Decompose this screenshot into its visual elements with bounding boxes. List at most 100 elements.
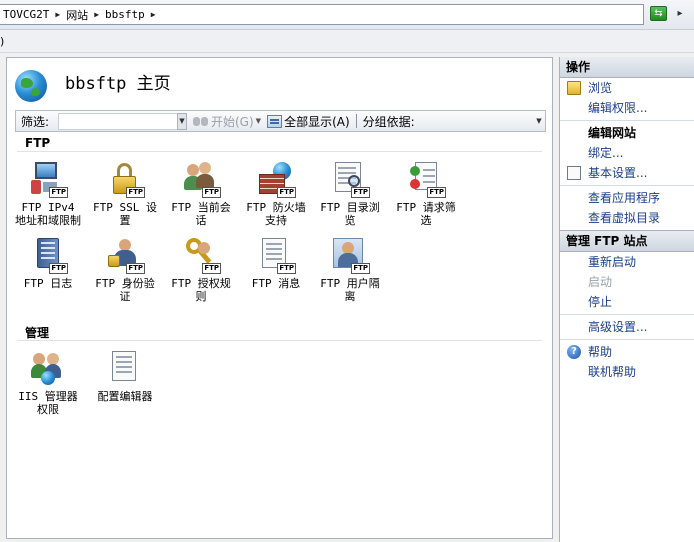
breadcrumb[interactable]: TOVCG2T ▶ 网站 ▶ bbsftp ▶ [0,4,644,25]
show-all-button[interactable]: 全部显示(A) [267,113,350,130]
feature-label: FTP 用户隔离 [320,277,380,303]
action-label: 重新启动 [588,255,637,269]
action-label: 绑定... [588,146,624,160]
action-label: 查看虚拟目录 [588,211,661,225]
page-header: bbsftp 主页 [7,58,552,110]
action-label: 编辑网站 [588,126,637,140]
action-view-virtual-directories[interactable]: 查看虚拟目录 [560,208,694,228]
action-edit-site: 编辑网站 [560,123,694,143]
dropdown-arrow-icon[interactable]: ▼ [256,117,261,125]
menu-bar: ) [0,31,694,53]
feature-label: FTP 身份验证 [95,277,155,303]
help-icon: ? [567,345,581,359]
feature-ftp-request-filtering[interactable]: FTP FTP 请求筛选 [391,162,461,227]
feature-ftp-firewall[interactable]: FTP FTP 防火墙支持 [241,162,311,227]
divider [17,151,542,152]
divider [560,120,694,121]
binoculars-icon [193,115,209,127]
action-bindings[interactable]: 绑定... [560,143,694,163]
action-label: 联机帮助 [588,365,637,379]
toolbar-overflow-icon[interactable]: ▼ [534,114,544,129]
feature-ftp-ssl[interactable]: FTP FTP SSL 设置 [90,162,160,227]
address-bar: TOVCG2T ▶ 网站 ▶ bbsftp ▶ ⇆ ▸ [0,0,694,30]
start-filter-button[interactable]: 开始(G) ▼ [193,113,261,130]
feature-ftp-authentication[interactable]: FTP FTP 身份验证 [90,238,160,303]
authentication-icon: FTP [108,238,145,274]
actions-pane: 操作 浏览 编辑权限... 编辑网站 绑定... 基本设置... 查看应用程序 … [559,57,694,542]
feature-label: IIS 管理器权限 [18,390,78,416]
feature-ftp-directory-browsing[interactable]: FTP FTP 目录浏览 [315,162,385,227]
lock-icon: FTP [108,162,145,198]
feature-ftp-ipv4[interactable]: FTP FTP IPv4 地址和域限制 [13,162,83,227]
show-all-label: 全部显示(A) [284,114,350,129]
globe-icon [15,70,47,102]
feature-ftp-logging[interactable]: FTP FTP 日志 [13,238,83,290]
action-label: 查看应用程序 [588,191,661,205]
show-all-icon [267,114,283,128]
filter-toolbar: 筛选: ▼ 开始(G) ▼ 全部显示(A) 分组依据: ▼ [15,110,546,132]
feature-ftp-messages[interactable]: FTP FTP 消息 [241,238,311,290]
action-label: 启动 [588,275,613,289]
feature-ftp-sessions[interactable]: FTP FTP 当前会话 [166,162,236,227]
refresh-icon[interactable]: ⇆ [650,6,667,21]
chevron-right-icon[interactable]: ▶ [151,10,156,19]
feature-ftp-authorization[interactable]: FTP FTP 授权规则 [166,238,236,303]
action-label: 浏览 [588,81,613,95]
action-help[interactable]: ? 帮助 [560,342,694,362]
folder-icon [567,81,581,95]
breadcrumb-sites[interactable]: 网站 [66,7,88,23]
feature-label: FTP 当前会话 [171,201,231,227]
action-basic-settings[interactable]: 基本设置... [560,163,694,183]
action-label: 编辑权限... [588,101,648,115]
nav-menu-icon[interactable]: ▸ [672,6,688,21]
filter-input[interactable] [58,112,178,130]
action-label: 帮助 [588,345,613,359]
action-edit-permissions[interactable]: 编辑权限... [560,98,694,118]
feature-label: FTP 日志 [23,277,73,290]
group-by-label: 分组依据: [362,114,415,129]
messages-icon: FTP [259,238,296,274]
manage-ftp-site-header: 管理 FTP 站点 [560,230,694,252]
feature-iis-manager-permissions[interactable]: IIS 管理器权限 [13,351,83,416]
menu-item[interactable]: ) [0,35,4,48]
action-browse[interactable]: 浏览 [560,78,694,98]
action-label: 高级设置... [588,320,648,334]
action-start[interactable]: 启动 [560,272,694,292]
action-advanced-settings[interactable]: 高级设置... [560,317,694,337]
action-restart[interactable]: 重新启动 [560,252,694,272]
group-by-dropdown[interactable]: 分组依据: [363,113,415,130]
action-online-help[interactable]: 联机帮助 [560,362,694,382]
group-header-ftp: FTP [25,136,51,150]
action-label: 停止 [588,295,613,309]
authorization-key-icon: FTP [184,238,221,274]
directory-browsing-icon: FTP [333,162,370,198]
toolbar-divider [355,114,357,128]
feature-label: FTP 请求筛选 [396,201,456,227]
feature-label: 配置编辑器 [97,390,153,403]
manager-permissions-icon [31,351,65,385]
filter-label: 筛选: [21,114,50,129]
action-stop[interactable]: 停止 [560,292,694,312]
settings-icon [567,166,581,180]
start-filter-label: 开始(G) [211,114,254,129]
user-isolation-icon: FTP [333,238,370,274]
breadcrumb-site[interactable]: bbsftp [105,8,145,21]
divider [560,314,694,315]
filter-dropdown-icon[interactable]: ▼ [177,112,187,130]
divider [560,339,694,340]
feature-label: FTP 目录浏览 [320,201,380,227]
ip-restrictions-icon: FTP [31,162,68,198]
chevron-right-icon[interactable]: ▶ [94,10,99,19]
log-icon: FTP [31,238,68,274]
feature-ftp-user-isolation[interactable]: FTP FTP 用户隔离 [315,238,385,303]
group-header-manage: 管理 [25,326,50,340]
action-label: 基本设置... [588,166,648,180]
feature-label: FTP 消息 [251,277,301,290]
action-view-applications[interactable]: 查看应用程序 [560,188,694,208]
chevron-right-icon[interactable]: ▶ [55,10,60,19]
sessions-icon: FTP [184,162,221,198]
breadcrumb-server[interactable]: TOVCG2T [3,8,49,21]
feature-configuration-editor[interactable]: 配置编辑器 [90,351,160,403]
page-title: bbsftp 主页 [65,74,171,94]
divider [560,185,694,186]
